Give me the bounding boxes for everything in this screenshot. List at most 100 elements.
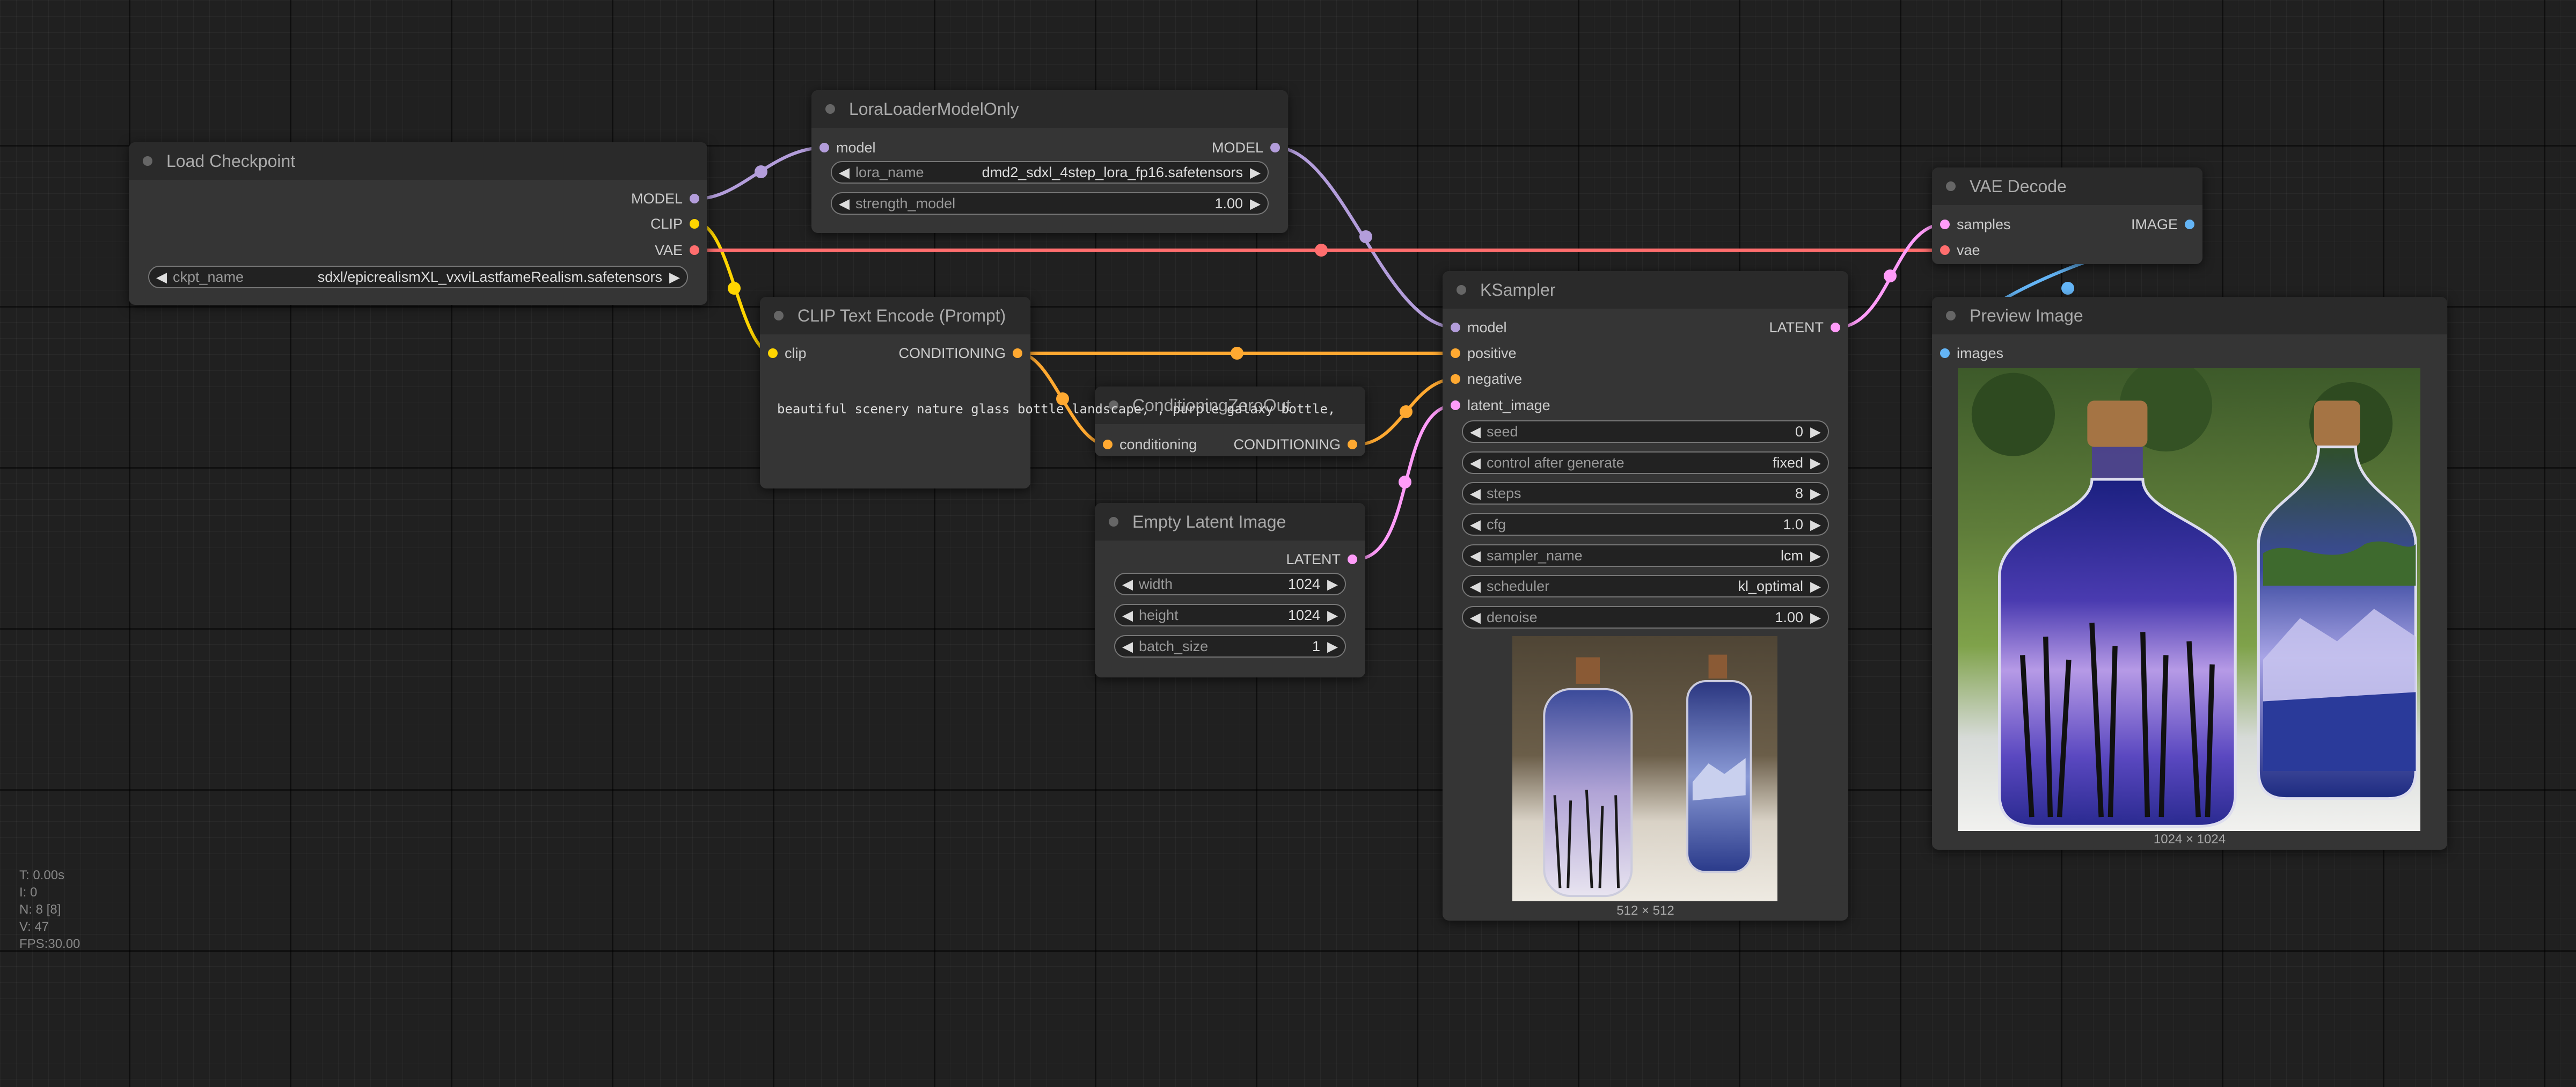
widget-batch-size[interactable]: ◀ batch_size 1 ▶	[1114, 635, 1346, 658]
node-lora-loader[interactable]: LoraLoaderModelOnly model MODEL ◀ lora_n…	[811, 90, 1288, 233]
collapse-dot-icon[interactable]	[774, 311, 784, 320]
input-slot-model[interactable]: model	[811, 137, 876, 158]
input-slot-negative[interactable]: negative	[1443, 368, 1522, 390]
increment-arrow-icon[interactable]: ▶	[1324, 636, 1341, 656]
collapse-dot-icon[interactable]	[1457, 285, 1466, 295]
node-clip-text-encode[interactable]: CLIP Text Encode (Prompt) clip CONDITION…	[760, 297, 1335, 488]
widget-seed[interactable]: ◀ seed 0 ▶	[1462, 420, 1829, 443]
node-conditioning-zero-out[interactable]: ConditioningZeroOut conditioning CONDITI…	[1095, 386, 1365, 456]
output-pin-icon[interactable]	[1013, 348, 1022, 358]
decrement-arrow-icon[interactable]: ◀	[1467, 453, 1483, 473]
input-slot-model[interactable]: model	[1443, 317, 1507, 338]
node-empty-latent-image[interactable]: Empty Latent Image LATENT ◀ width 1024 ▶…	[1095, 503, 1365, 677]
widget-height[interactable]: ◀ height 1024 ▶	[1114, 604, 1346, 626]
increment-arrow-icon[interactable]: ▶	[1807, 421, 1824, 442]
widget-cfg[interactable]: ◀ cfg 1.0 ▶	[1462, 513, 1829, 536]
output-pin-icon[interactable]	[690, 219, 699, 229]
node-title-bar[interactable]: KSampler	[1443, 271, 1848, 309]
widget-steps[interactable]: ◀ steps 8 ▶	[1462, 482, 1829, 505]
decrement-arrow-icon[interactable]: ◀	[836, 162, 852, 183]
collapse-dot-icon[interactable]	[1946, 181, 1956, 191]
node-title-bar[interactable]: Load Checkpoint	[129, 142, 707, 180]
increment-arrow-icon[interactable]: ▶	[1807, 576, 1824, 596]
decrement-arrow-icon[interactable]: ◀	[1467, 576, 1483, 596]
input-slot-clip[interactable]: clip	[760, 342, 807, 364]
output-slot-latent[interactable]: LATENT	[1286, 549, 1365, 570]
decrement-arrow-icon[interactable]: ◀	[836, 193, 852, 214]
collapse-dot-icon[interactable]	[1946, 311, 1956, 320]
node-load-checkpoint[interactable]: Load Checkpoint MODEL CLIP VAE ◀ ckpt_na…	[129, 142, 707, 305]
output-slot-latent[interactable]: LATENT	[1769, 317, 1848, 338]
node-preview-image[interactable]: Preview Image images 1024 × 1024	[1932, 297, 2447, 850]
decrement-arrow-icon[interactable]: ◀	[1467, 607, 1483, 628]
increment-arrow-icon[interactable]: ▶	[1807, 514, 1824, 535]
increment-arrow-icon[interactable]: ▶	[1247, 162, 1263, 183]
output-pin-icon[interactable]	[690, 245, 699, 255]
output-pin-icon[interactable]	[1831, 323, 1840, 332]
input-pin-icon[interactable]	[1451, 323, 1460, 332]
widget-denoise[interactable]: ◀ denoise 1.00 ▶	[1462, 606, 1829, 629]
collapse-dot-icon[interactable]	[143, 156, 152, 166]
input-pin-icon[interactable]	[1103, 440, 1113, 449]
node-title-bar[interactable]: VAE Decode	[1932, 167, 2202, 205]
input-slot-latent-image[interactable]: latent_image	[1443, 395, 1550, 416]
input-pin-icon[interactable]	[1940, 245, 1950, 255]
widget-strength-model[interactable]: ◀ strength_model 1.00 ▶	[831, 192, 1269, 215]
collapse-dot-icon[interactable]	[1109, 517, 1118, 527]
input-slot-conditioning[interactable]: conditioning	[1095, 434, 1197, 455]
output-pin-icon[interactable]	[1270, 143, 1280, 152]
input-slot-vae[interactable]: vae	[1932, 239, 1980, 261]
increment-arrow-icon[interactable]: ▶	[1247, 193, 1263, 214]
input-pin-icon[interactable]	[1940, 220, 1950, 229]
output-slot-conditioning[interactable]: CONDITIONING	[899, 342, 1031, 364]
decrement-arrow-icon[interactable]: ◀	[153, 267, 170, 287]
node-title-bar[interactable]: Preview Image	[1932, 297, 2447, 334]
input-pin-icon[interactable]	[1940, 348, 1950, 358]
output-pin-icon[interactable]	[1348, 440, 1357, 449]
node-ksampler[interactable]: KSampler model LATENT positive negative …	[1443, 271, 1848, 921]
increment-arrow-icon[interactable]: ▶	[1807, 453, 1824, 473]
decrement-arrow-icon[interactable]: ◀	[1119, 574, 1136, 594]
input-slot-samples[interactable]: samples	[1932, 214, 2011, 235]
widget-sampler-name[interactable]: ◀ sampler_name lcm ▶	[1462, 544, 1829, 567]
output-slot-clip[interactable]: CLIP	[650, 213, 707, 235]
increment-arrow-icon[interactable]: ▶	[667, 267, 683, 287]
output-pin-icon[interactable]	[690, 194, 699, 203]
decrement-arrow-icon[interactable]: ◀	[1467, 514, 1483, 535]
input-pin-icon[interactable]	[1451, 348, 1460, 358]
increment-arrow-icon[interactable]: ▶	[1324, 574, 1341, 594]
increment-arrow-icon[interactable]: ▶	[1324, 605, 1341, 625]
output-slot-conditioning[interactable]: CONDITIONING	[1234, 434, 1366, 455]
node-vae-decode[interactable]: VAE Decode samples IMAGE vae	[1932, 167, 2202, 264]
input-slot-positive[interactable]: positive	[1443, 342, 1517, 364]
increment-arrow-icon[interactable]: ▶	[1807, 483, 1824, 504]
output-pin-icon[interactable]	[1348, 555, 1357, 564]
widget-ckpt-name[interactable]: ◀ ckpt_name sdxl/epicrealismXL_vxviLastf…	[148, 266, 688, 288]
collapse-dot-icon[interactable]	[825, 104, 835, 114]
output-slot-vae[interactable]: VAE	[655, 239, 707, 261]
decrement-arrow-icon[interactable]: ◀	[1467, 421, 1483, 442]
widget-lora-name[interactable]: ◀ lora_name dmd2_sdxl_4step_lora_fp16.sa…	[831, 161, 1269, 184]
node-title-bar[interactable]: CLIP Text Encode (Prompt)	[760, 297, 1030, 334]
increment-arrow-icon[interactable]: ▶	[1807, 607, 1824, 628]
output-slot-image[interactable]: IMAGE	[2131, 214, 2202, 235]
decrement-arrow-icon[interactable]: ◀	[1467, 483, 1483, 504]
decrement-arrow-icon[interactable]: ◀	[1467, 545, 1483, 566]
output-slot-model[interactable]: MODEL	[631, 188, 707, 209]
prompt-textarea[interactable]: beautiful scenery nature glass bottle la…	[766, 369, 1335, 482]
input-pin-icon[interactable]	[1451, 374, 1460, 384]
preview-output-image[interactable]	[1958, 368, 2420, 831]
increment-arrow-icon[interactable]: ▶	[1807, 545, 1824, 566]
input-pin-icon[interactable]	[768, 348, 778, 358]
output-slot-model[interactable]: MODEL	[1212, 137, 1288, 158]
input-pin-icon[interactable]	[819, 143, 829, 152]
widget-width[interactable]: ◀ width 1024 ▶	[1114, 573, 1346, 595]
output-pin-icon[interactable]	[2185, 220, 2194, 229]
node-title-bar[interactable]: Empty Latent Image	[1095, 503, 1365, 541]
widget-control-after-generate[interactable]: ◀ control after generate fixed ▶	[1462, 451, 1829, 474]
decrement-arrow-icon[interactable]: ◀	[1119, 636, 1136, 656]
node-title-bar[interactable]: LoraLoaderModelOnly	[811, 90, 1288, 128]
widget-scheduler[interactable]: ◀ scheduler kl_optimal ▶	[1462, 575, 1829, 597]
input-slot-images[interactable]: images	[1932, 342, 2003, 364]
decrement-arrow-icon[interactable]: ◀	[1119, 605, 1136, 625]
